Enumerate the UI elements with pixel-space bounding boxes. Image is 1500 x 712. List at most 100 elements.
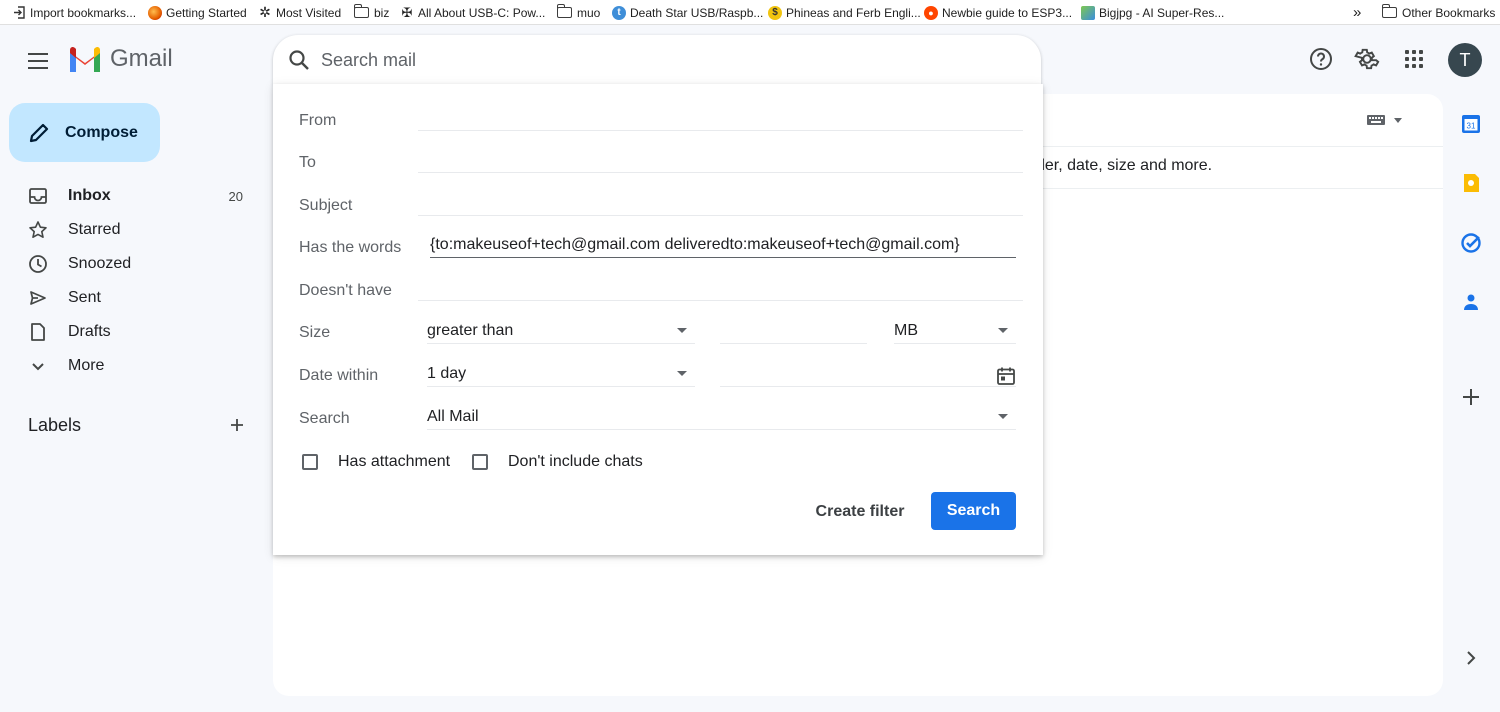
size-label: Size (299, 324, 331, 341)
coin-icon: $ (768, 5, 782, 20)
from-label: From (299, 112, 337, 129)
calendar-app-button[interactable]: 31 (1460, 113, 1482, 135)
svg-text:31: 31 (1467, 122, 1476, 131)
tasks-app-button[interactable] (1460, 232, 1482, 254)
plus-icon (231, 419, 243, 431)
firefox-icon (148, 5, 162, 20)
bookmark-import[interactable]: Import bookmarks... (12, 0, 136, 25)
size-operator-value: greater than (427, 321, 514, 339)
to-label: To (299, 154, 316, 171)
sidebar-item-snoozed[interactable]: Snoozed (0, 248, 256, 280)
caret-down-icon (677, 371, 687, 376)
search-button[interactable]: Search (931, 492, 1016, 530)
size-operator-select[interactable]: greater than (427, 318, 695, 344)
sidebar-item-inbox[interactable]: Inbox 20 (0, 180, 256, 212)
inbox-icon (28, 186, 48, 206)
keep-app-button[interactable] (1460, 172, 1482, 194)
create-filter-button[interactable]: Create filter (808, 493, 912, 531)
caret-down-icon (677, 328, 687, 333)
bookmark-label: Most Visited (276, 5, 342, 20)
bookmark-label: All About USB-C: Pow... (418, 5, 546, 20)
search-scope-value: All Mail (427, 407, 479, 425)
sidebar-item-label: More (68, 357, 105, 374)
search-scope-label: Search (299, 410, 350, 427)
sidebar-item-starred[interactable]: Starred (0, 214, 256, 246)
from-field[interactable] (418, 105, 1023, 131)
contacts-icon (1464, 294, 1478, 310)
search-input[interactable] (321, 49, 1001, 71)
bookmark-death-star[interactable]: t Death Star USB/Raspb... (612, 0, 763, 25)
bookmark-phineas[interactable]: $ Phineas and Ferb Engli... (768, 0, 921, 25)
sidebar-item-label: Snoozed (68, 255, 132, 272)
import-icon (12, 6, 26, 20)
account-avatar[interactable]: T (1448, 43, 1482, 77)
date-within-select[interactable]: 1 day (427, 361, 695, 387)
bookmark-most-visited[interactable]: ✲ Most Visited (258, 0, 341, 25)
keyboard-icon (1367, 115, 1385, 125)
subject-field[interactable] (418, 190, 1023, 216)
bookmark-bigjpg[interactable]: Bigjpg - AI Super-Res... (1081, 0, 1224, 25)
dont-include-chats-checkbox[interactable] (472, 454, 488, 470)
bookmarks-bar: Import bookmarks... Getting Started ✲ Mo… (0, 0, 1500, 25)
input-tools-button[interactable] (1366, 113, 1402, 127)
has-words-field[interactable] (430, 232, 1016, 258)
get-addons-button[interactable] (1460, 386, 1482, 408)
pencil-icon (29, 123, 49, 142)
date-within-value: 1 day (427, 364, 467, 382)
bookmark-biz[interactable]: biz (353, 0, 390, 25)
date-within-label: Date within (299, 367, 379, 384)
has-attachment-checkbox[interactable] (302, 454, 318, 470)
bookmark-label: Death Star USB/Raspb... (630, 5, 764, 20)
gmail-logo[interactable]: Gmail (68, 45, 173, 73)
bookmark-other[interactable]: Other Bookmarks (1381, 0, 1495, 25)
apps-button[interactable] (1401, 46, 1427, 72)
date-field[interactable] (720, 361, 1016, 387)
bookmarks-overflow-button[interactable]: » (1353, 0, 1361, 25)
caret-down-icon (998, 414, 1008, 419)
sidebar-item-drafts[interactable]: Drafts (0, 316, 256, 348)
bookmark-getting-started[interactable]: Getting Started (148, 0, 247, 25)
contacts-app-button[interactable] (1460, 291, 1482, 313)
search-icon[interactable] (287, 48, 311, 72)
doesnt-have-label: Doesn't have (299, 282, 392, 299)
bookmark-esp32[interactable]: ● Newbie guide to ESP3... (924, 0, 1072, 25)
bookmark-label: muo (577, 5, 601, 20)
calendar-picker-button[interactable] (996, 366, 1016, 391)
settings-button[interactable] (1354, 46, 1380, 72)
draft-icon (28, 322, 48, 342)
bookmark-usb-c[interactable]: ✠ All About USB-C: Pow... (400, 0, 546, 25)
advanced-search-panel: From To Subject Has the words Doesn't ha… (273, 84, 1043, 555)
bookmark-label: biz (374, 5, 390, 20)
create-label-button[interactable] (226, 414, 248, 436)
sidebar-item-label: Drafts (68, 323, 111, 340)
search-bar (273, 35, 1041, 85)
app-name: Gmail (110, 45, 173, 72)
sidebar-item-label: Inbox (68, 187, 111, 204)
main-menu-button[interactable] (26, 50, 50, 70)
plus-icon (1463, 389, 1479, 405)
size-unit-select[interactable]: MB (894, 318, 1016, 344)
folder-icon (556, 4, 572, 18)
chevron-right-icon (1467, 651, 1476, 665)
send-icon (28, 288, 48, 308)
labels-heading: Labels (28, 415, 82, 435)
sidebar-item-label: Sent (68, 289, 101, 306)
folder-icon (353, 4, 369, 18)
chevron-double-right-icon: » (1353, 4, 1362, 21)
show-side-panel-button[interactable] (1460, 647, 1482, 669)
doesnt-have-field[interactable] (418, 275, 1023, 301)
gear-icon: ✲ (259, 4, 271, 20)
bookmark-label: Getting Started (166, 5, 247, 20)
bookmark-muo[interactable]: muo (556, 0, 601, 25)
compose-button[interactable]: Compose (9, 103, 160, 162)
hamburger-icon (28, 53, 48, 55)
caret-down-icon (1394, 117, 1402, 123)
sidebar-item-more[interactable]: More (0, 350, 256, 382)
sidebar-item-sent[interactable]: Sent (0, 282, 256, 314)
support-button[interactable] (1308, 46, 1334, 72)
bigjpg-icon (1081, 5, 1095, 20)
search-scope-select[interactable]: All Mail (427, 404, 1016, 430)
star-icon (28, 220, 48, 240)
to-field[interactable] (418, 147, 1023, 173)
size-value-field[interactable] (720, 318, 867, 344)
